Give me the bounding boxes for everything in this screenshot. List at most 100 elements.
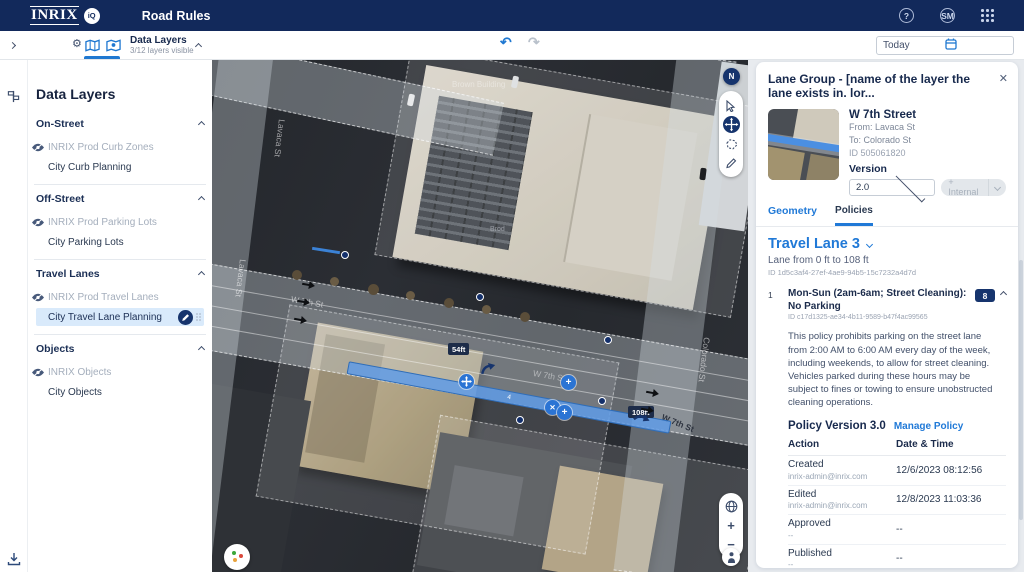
close-icon[interactable]: ✕	[999, 72, 1008, 85]
policy-history-table: Action Date & Time Createdinrix-admin@in…	[788, 439, 1006, 568]
section-off-street[interactable]: Off-Street	[36, 193, 204, 205]
policy-version-title: Policy Version 3.0	[788, 420, 886, 432]
layer-item-city-travel-lane-planning[interactable]: City Travel Lane Planning	[36, 308, 204, 326]
version-select[interactable]: 2.0	[849, 179, 935, 196]
apps-grid-icon[interactable]	[981, 9, 994, 22]
section-label: Objects	[36, 343, 199, 355]
globe-icon[interactable]	[721, 497, 741, 516]
tab-geometry[interactable]: Geometry	[768, 205, 817, 227]
layer-label: INRIX Objects	[48, 367, 111, 378]
street-to: To: Colorado St	[849, 134, 1006, 147]
lane-subtitle: Lane from 0 ft to 108 ft	[768, 255, 1006, 266]
compass-icon[interactable]: N	[723, 68, 740, 85]
vertex-dot[interactable]	[598, 397, 606, 405]
date-input[interactable]: Today	[876, 36, 1014, 55]
policy-row-1[interactable]: 1 Mon-Sun (2am-6am; Street Cleaning): No…	[768, 288, 1006, 321]
divider	[34, 334, 206, 335]
map-layers-icon[interactable]	[106, 39, 121, 57]
section-travel-lanes[interactable]: Travel Lanes	[36, 268, 204, 280]
internal-button[interactable]: + Internal	[941, 179, 1006, 196]
data-layers-sidebar: Data Layers On-Street INRIX Prod Curb Zo…	[28, 60, 212, 572]
section-on-street[interactable]: On-Street	[36, 118, 204, 130]
chevron-up-icon[interactable]	[198, 345, 205, 352]
date-value: Today	[883, 40, 945, 51]
layer-label: City Objects	[48, 387, 102, 398]
help-icon[interactable]: ?	[899, 8, 914, 23]
tree	[406, 291, 415, 300]
layer-item-inrix-travel-lanes[interactable]: INRIX Prod Travel Lanes	[36, 288, 204, 306]
vertex-dot[interactable]	[341, 251, 349, 259]
vertex-dot[interactable]	[476, 293, 484, 301]
basemap-toggle-icon[interactable]	[224, 544, 250, 570]
sidebar-title: Data Layers	[36, 86, 204, 102]
layer-item-city-parking-lots[interactable]: City Parking Lots	[36, 233, 204, 251]
zoom-in-button[interactable]: +	[721, 516, 741, 535]
layer-label: INRIX Prod Parking Lots	[48, 217, 157, 228]
layer-item-city-curb-planning[interactable]: City Curb Planning	[36, 158, 204, 176]
street-label-lavaca: Lavaca St	[272, 119, 287, 158]
manage-policy-link[interactable]: Manage Policy	[894, 421, 963, 432]
policy-title: Mon-Sun (2am-6am; Street Cleaning): No P…	[788, 288, 967, 313]
redo-icon[interactable]: ↷	[528, 34, 540, 51]
layer-item-inrix-objects[interactable]: INRIX Objects	[36, 363, 204, 381]
map-canvas[interactable]: Brown Building Brod Lavaca St Lavaca St …	[212, 60, 748, 572]
vertex-dot[interactable]	[516, 416, 524, 424]
eye-off-icon[interactable]	[32, 293, 48, 302]
eye-off-icon[interactable]	[32, 143, 48, 152]
map-view-icon[interactable]	[85, 39, 100, 57]
scrollbar[interactable]	[1019, 260, 1023, 520]
table-row: Editedinrix-admin@inrix.com 12/8/2023 11…	[788, 486, 1006, 516]
edit-layer-icon[interactable]	[178, 310, 193, 325]
drag-handle-icon[interactable]	[196, 313, 202, 322]
lasso-tool-icon[interactable]	[721, 134, 741, 153]
street-from: From: Lavaca St	[849, 121, 1006, 134]
section-label: Travel Lanes	[36, 268, 199, 280]
add-vertex-marker-icon[interactable]: +	[561, 375, 576, 390]
table-row: Approved-- --	[788, 515, 1006, 545]
layer-item-inrix-curb-zones[interactable]: INRIX Prod Curb Zones	[36, 138, 204, 156]
inrix-logo[interactable]: INRIX iQ	[30, 6, 100, 25]
eye-off-icon[interactable]	[32, 218, 48, 227]
tab-policies[interactable]: Policies	[835, 205, 873, 227]
lane-segment[interactable]	[312, 247, 340, 254]
policy-id: ID c17d1325-ae34-4b11-9589-b47f4ac99565	[788, 314, 967, 321]
section-label: On-Street	[36, 118, 199, 130]
chevron-down-icon[interactable]	[866, 241, 873, 248]
vertex-dot[interactable]	[604, 336, 612, 344]
layer-label: City Curb Planning	[48, 162, 131, 173]
download-icon[interactable]	[7, 552, 21, 571]
section-objects[interactable]: Objects	[36, 343, 204, 355]
chevron-up-icon[interactable]	[195, 43, 202, 50]
avatar[interactable]: SM	[940, 8, 955, 23]
panel-tabs: Geometry Policies	[756, 196, 1018, 228]
chevron-up-icon[interactable]	[198, 120, 205, 127]
pegman-button[interactable]	[722, 548, 740, 566]
chevron-up-icon[interactable]	[198, 195, 205, 202]
layer-item-inrix-parking-lots[interactable]: INRIX Prod Parking Lots	[36, 213, 204, 231]
lane-number-label: 4	[507, 394, 512, 402]
move-tool-icon-selected[interactable]	[721, 115, 741, 134]
undo-icon[interactable]: ↶	[500, 34, 512, 51]
building-label: Brown Building	[452, 80, 505, 89]
chevron-up-icon[interactable]	[1000, 291, 1007, 298]
move-marker-icon[interactable]	[459, 374, 474, 389]
road-signal-icon[interactable]	[7, 90, 20, 108]
divider	[34, 259, 206, 260]
block-overlay	[409, 415, 748, 572]
policy-index: 1	[768, 288, 788, 300]
gear-icon[interactable]: ⚙	[72, 37, 82, 50]
add-vertex-marker-icon[interactable]: +	[557, 405, 572, 420]
left-icon-strip	[0, 60, 28, 572]
version-value: 2.0	[856, 182, 892, 193]
layer-label: INRIX Prod Travel Lanes	[48, 292, 159, 303]
eye-off-icon[interactable]	[32, 368, 48, 377]
chevron-down-icon[interactable]	[989, 182, 1006, 192]
panel-title: Lane Group - [name of the layer the lane…	[768, 72, 993, 101]
layer-item-city-objects[interactable]: City Objects	[36, 383, 204, 401]
data-layers-toggle[interactable]: Data Layers 3/12 layers visible	[130, 35, 194, 56]
collapse-sidebar-icon[interactable]	[9, 42, 16, 49]
pencil-tool-icon[interactable]	[721, 153, 741, 172]
chevron-up-icon[interactable]	[198, 270, 205, 277]
cursor-tool-icon[interactable]	[721, 96, 741, 115]
policy-badge: 8	[975, 289, 995, 302]
